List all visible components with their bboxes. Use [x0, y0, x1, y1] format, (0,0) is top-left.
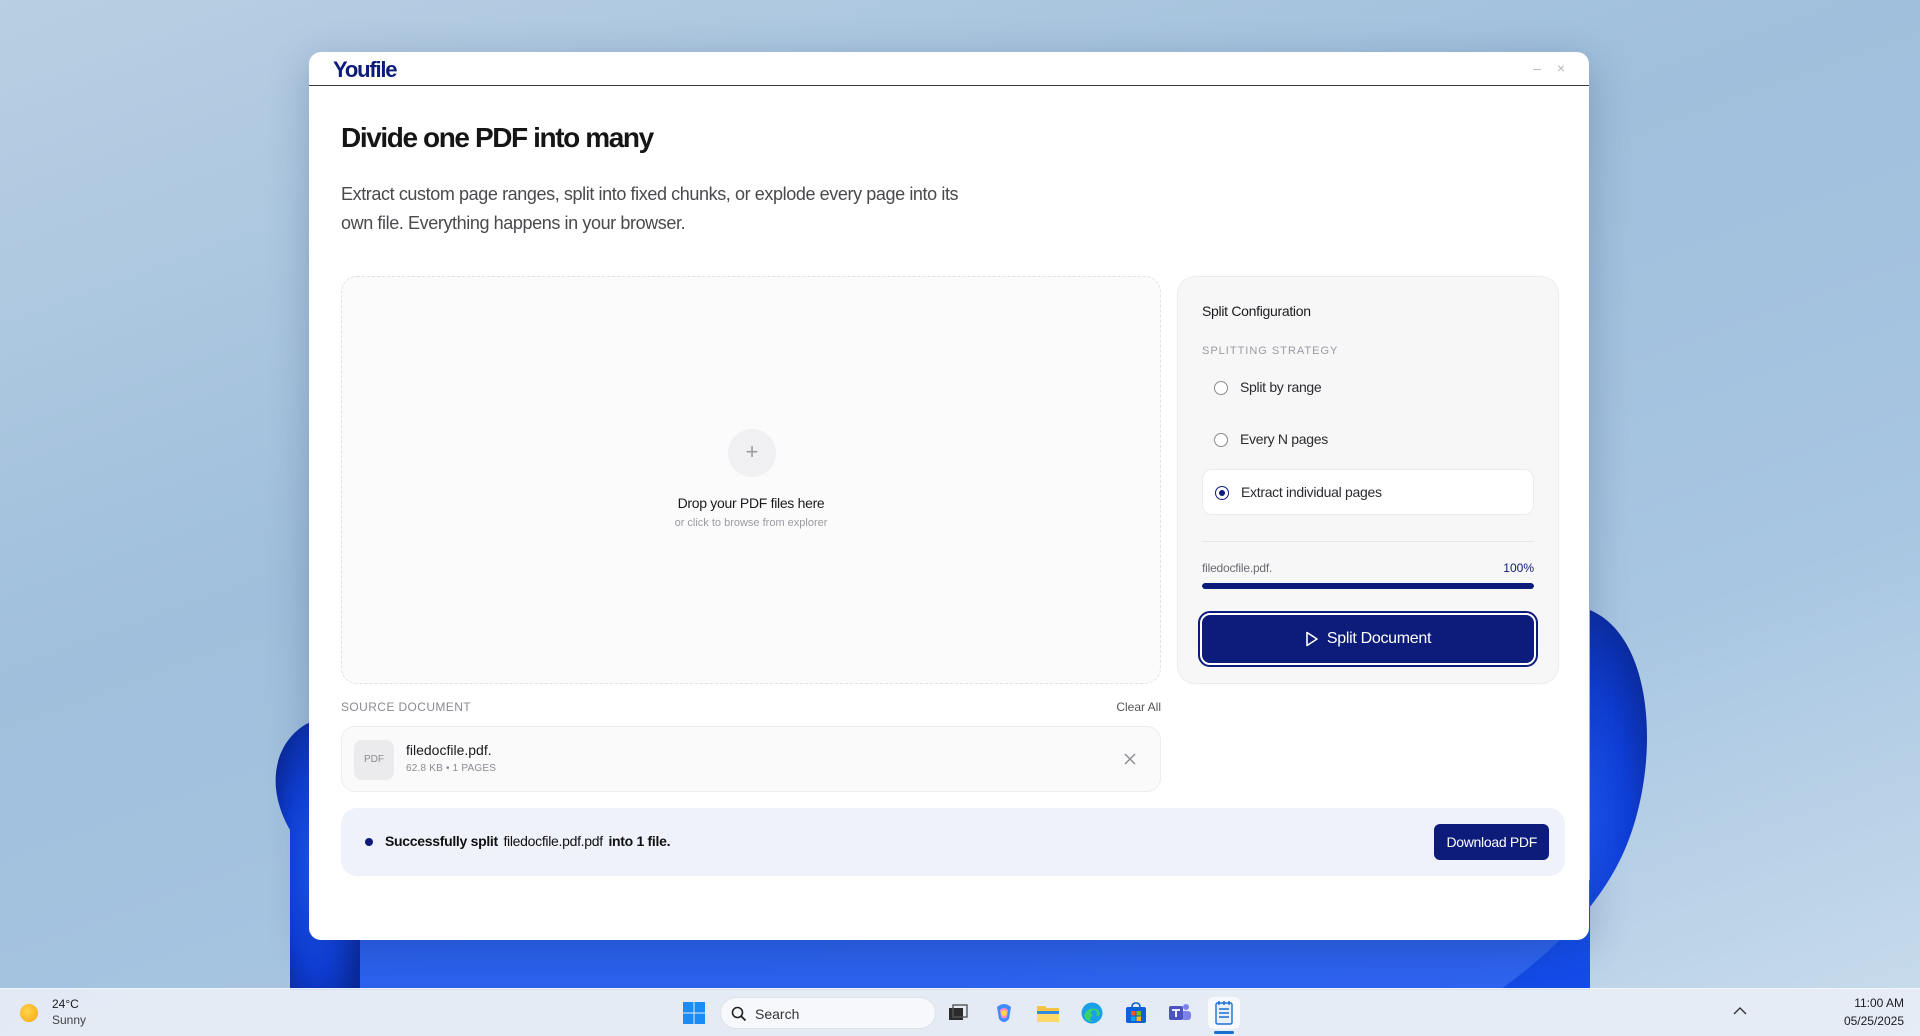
config-title: Split Configuration [1202, 303, 1311, 319]
taskbar-search[interactable]: Search [720, 997, 936, 1029]
download-pdf-button[interactable]: Download PDF [1434, 824, 1549, 860]
page-subtitle: Extract custom page ranges, split into f… [341, 184, 959, 233]
weather-temperature[interactable]: 24°C [52, 997, 79, 1011]
task-view-icon[interactable] [942, 997, 974, 1029]
option-label: Every N pages [1240, 431, 1328, 447]
option-every-n-pages[interactable]: Every N pages [1202, 417, 1534, 463]
option-extract-individual-pages[interactable]: Extract individual pages [1202, 469, 1534, 515]
app-logo[interactable]: Youfile [333, 57, 398, 83]
weather-description[interactable]: Sunny [52, 1013, 86, 1027]
success-filename: filedocfile.pdf.pdf [503, 833, 603, 849]
success-prefix: Successfully split [385, 833, 498, 849]
file-meta: 62.8 KB • 1 PAGES [406, 763, 497, 774]
search-label: Search [755, 1006, 800, 1022]
notepad-icon[interactable] [1208, 997, 1240, 1029]
play-icon [1306, 631, 1318, 647]
app-window: Youfile – × Divide one PDF into many Ext… [309, 52, 1589, 940]
option-label: Split by range [1240, 379, 1322, 395]
clock-time[interactable]: 11:00 AM [1854, 996, 1904, 1010]
store-icon[interactable] [1120, 997, 1152, 1029]
success-suffix: into 1 file. [608, 833, 671, 849]
success-message: Successfully split filedocfile.pdf.pdf i… [385, 833, 670, 849]
file-dropzone[interactable]: + Drop your PDF files here or click to b… [341, 276, 1161, 684]
option-split-by-range[interactable]: Split by range [1202, 365, 1534, 411]
copilot-icon[interactable] [988, 997, 1020, 1029]
dropzone-title: Drop your PDF files here [677, 495, 825, 511]
file-name: filedocfile.pdf. [406, 742, 492, 758]
split-document-label: Split Document [1326, 630, 1432, 647]
close-icon [1124, 753, 1136, 765]
page-title: Divide one PDF into many [341, 122, 654, 153]
radio-split-by-range[interactable] [1214, 381, 1228, 395]
progress-percent: 100% [1503, 561, 1534, 575]
edge-icon[interactable] [1076, 997, 1108, 1029]
taskbar: 24°C Sunny Search 11:00 AM 05/25/2025 [0, 988, 1920, 1036]
dropzone-subtitle: or click to browse from explorer [674, 517, 828, 529]
radio-extract-individual-pages[interactable] [1215, 486, 1229, 500]
teams-icon[interactable] [1164, 997, 1196, 1029]
clock-date[interactable]: 05/25/2025 [1844, 1014, 1904, 1028]
search-icon [731, 1006, 747, 1022]
divider [1202, 541, 1534, 542]
active-app-indicator [1214, 1031, 1234, 1034]
clear-all-button[interactable]: Clear All [1089, 700, 1161, 714]
splitting-strategy-label: SPLITTING STRATEGY [1202, 345, 1339, 357]
remove-file-button[interactable] [1118, 747, 1142, 771]
start-icon[interactable] [678, 997, 710, 1029]
progress-bar-fill [1202, 583, 1534, 589]
title-bar: Youfile – × [309, 52, 1589, 86]
option-label: Extract individual pages [1241, 484, 1382, 500]
progress-bar [1202, 583, 1534, 589]
close-button[interactable]: × [1551, 58, 1571, 78]
file-explorer-icon[interactable] [1032, 997, 1064, 1029]
chevron-up-icon[interactable] [1730, 1003, 1750, 1019]
radio-every-n-pages[interactable] [1214, 433, 1228, 447]
progress-file-name: filedocfile.pdf. [1202, 561, 1273, 575]
sun-icon[interactable] [20, 1004, 38, 1022]
minimize-button[interactable]: – [1527, 58, 1547, 78]
source-file-item: PDF filedocfile.pdf. 62.8 KB • 1 PAGES [341, 726, 1161, 792]
split-document-button[interactable]: Split Document [1198, 611, 1538, 667]
split-configuration-panel: Split Configuration SPLITTING STRATEGY S… [1177, 276, 1559, 684]
success-banner: Successfully split filedocfile.pdf.pdf i… [341, 808, 1565, 876]
source-document-label: SOURCE DOCUMENT [341, 700, 472, 714]
pdf-file-icon: PDF [354, 740, 394, 780]
plus-icon[interactable]: + [728, 429, 776, 477]
success-dot [365, 838, 373, 846]
